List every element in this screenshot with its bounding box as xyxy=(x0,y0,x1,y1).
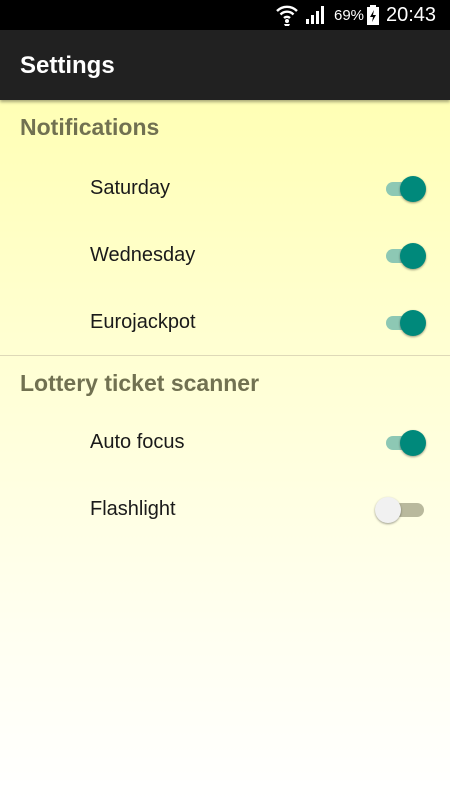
status-bar: 69% 20:43 xyxy=(0,0,450,30)
setting-row-auto-focus[interactable]: Auto focus xyxy=(0,409,450,476)
setting-label: Saturday xyxy=(90,177,171,199)
setting-label: Auto focus xyxy=(90,431,185,453)
setting-label: Wednesday xyxy=(90,244,196,266)
app-bar: Settings xyxy=(0,30,450,100)
switch-thumb xyxy=(400,243,426,269)
section-header-notifications: Notifications xyxy=(20,114,160,140)
setting-label: Flashlight xyxy=(90,498,176,520)
setting-row-wednesday[interactable]: Wednesday xyxy=(0,222,450,289)
battery-percent: 69% xyxy=(334,6,365,24)
settings-list: Notifications Saturday Wednesday Eurojac… xyxy=(0,100,450,800)
section-divider xyxy=(0,355,450,356)
signal-icon xyxy=(305,0,327,30)
flashlight-toggle[interactable] xyxy=(375,497,428,523)
page-title: Settings xyxy=(20,52,115,79)
battery-charging-icon xyxy=(366,0,380,30)
wifi-icon xyxy=(275,0,299,30)
auto-focus-toggle[interactable] xyxy=(384,430,428,456)
switch-thumb xyxy=(400,430,426,456)
wednesday-toggle[interactable] xyxy=(384,243,428,269)
setting-row-eurojackpot[interactable]: Eurojackpot xyxy=(0,289,450,356)
switch-thumb xyxy=(400,176,426,202)
switch-thumb xyxy=(375,497,401,523)
eurojackpot-toggle[interactable] xyxy=(384,310,428,336)
setting-label: Eurojackpot xyxy=(90,311,196,333)
setting-row-saturday[interactable]: Saturday xyxy=(0,155,450,222)
section-header-scanner: Lottery ticket scanner xyxy=(20,370,260,396)
switch-thumb xyxy=(400,310,426,336)
setting-row-flashlight[interactable]: Flashlight xyxy=(0,476,450,543)
saturday-toggle[interactable] xyxy=(384,176,428,202)
status-clock: 20:43 xyxy=(386,3,437,26)
